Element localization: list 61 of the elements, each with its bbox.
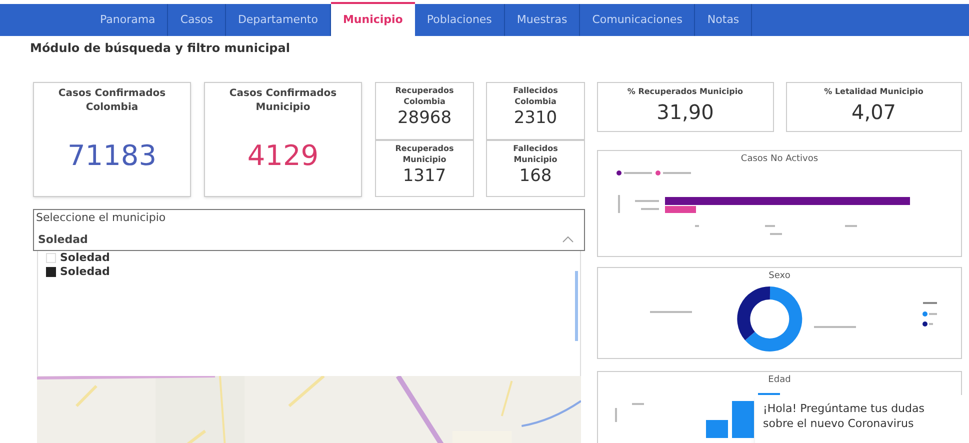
- checkbox[interactable]: [46, 253, 56, 263]
- slicer-label: Seleccione el municipio: [36, 210, 167, 226]
- kpi-title: Casos Confirmados Municipio: [228, 87, 338, 115]
- checked-checkbox[interactable]: [46, 267, 56, 277]
- kpi-title: Recuperados Colombia: [394, 85, 455, 107]
- kpi-title: Casos Confirmados Colombia: [57, 87, 167, 115]
- kpi-value: 4129: [247, 138, 319, 174]
- kpi-value: 1317: [402, 164, 446, 186]
- legend-dot: [616, 170, 621, 175]
- bar: [732, 400, 754, 438]
- axis-label-mark: [844, 224, 856, 226]
- option-label: Soledad: [60, 250, 110, 266]
- chart-title: Sexo: [768, 270, 790, 283]
- axis-label-mark: [634, 200, 658, 202]
- chat-bubble[interactable]: ¡Hola! Pregúntame tus dudas sobre el nuevo Coronavirus: [755, 395, 969, 443]
- legend-dot: [655, 170, 660, 175]
- kpi-title: Fallecidos Colombia: [512, 85, 559, 107]
- dropdown-option[interactable]: Soledad: [46, 251, 580, 265]
- bar: [706, 420, 728, 438]
- chart-title: Edad: [768, 374, 791, 387]
- legend-title-mark: [922, 302, 936, 304]
- legend-dot: [922, 321, 927, 326]
- legend-label-mark: [928, 322, 932, 324]
- page-title: Módulo de búsqueda y filtro municipal: [29, 40, 291, 57]
- kpi-title: % Recuperados Municipio: [627, 86, 744, 98]
- chevron-up-icon: [562, 236, 574, 244]
- slicer-value: Soledad: [38, 232, 88, 248]
- tab[interactable]: Comunicaciones: [580, 4, 696, 36]
- tab[interactable]: Municipio: [330, 2, 415, 36]
- tab[interactable]: Muestras: [504, 4, 580, 36]
- data-label-mark: [650, 310, 692, 312]
- chart-title: Casos No Activos: [740, 153, 818, 166]
- tab[interactable]: Panorama: [88, 4, 168, 36]
- kpi-title: Recuperados Municipio: [394, 142, 455, 164]
- dropdown-option[interactable]: Soledad: [46, 265, 580, 279]
- axis-label-mark: [694, 224, 698, 226]
- tab[interactable]: Notas: [695, 4, 752, 36]
- legend-dot: [922, 311, 927, 316]
- legend-label-mark: [624, 172, 652, 174]
- kpi-value: 31,90: [656, 99, 714, 126]
- kpi-value: 71183: [67, 138, 157, 174]
- option-label: Soledad: [60, 264, 110, 280]
- tab[interactable]: Casos: [168, 4, 226, 36]
- chat-message: ¡Hola! Pregúntame tus dudas sobre el nuevo Coronavirus: [763, 401, 926, 431]
- kpi-title: % Letalidad Municipio: [824, 86, 924, 98]
- axis-label-mark: [764, 224, 774, 226]
- kpi-value: 2310: [514, 107, 558, 129]
- axis-label-mark: [632, 402, 644, 404]
- kpi-title: Fallecidos Municipio: [512, 142, 559, 164]
- data-label-mark: [814, 326, 856, 328]
- municipality-slicer[interactable]: Seleccione el municipio Soledad: [33, 209, 585, 251]
- kpi-value: 4,07: [851, 99, 896, 126]
- axis-title-mark: [614, 408, 616, 422]
- axis-title-mark: [770, 232, 782, 234]
- axis-title-mark: [618, 194, 620, 212]
- scrollbar-thumb[interactable]: [575, 271, 578, 341]
- kpi-value: 168: [519, 164, 552, 186]
- kpi-value: 28968: [397, 107, 452, 129]
- tab[interactable]: Poblaciones: [414, 4, 505, 36]
- legend-label-mark: [662, 172, 690, 174]
- axis-label-mark: [640, 208, 658, 210]
